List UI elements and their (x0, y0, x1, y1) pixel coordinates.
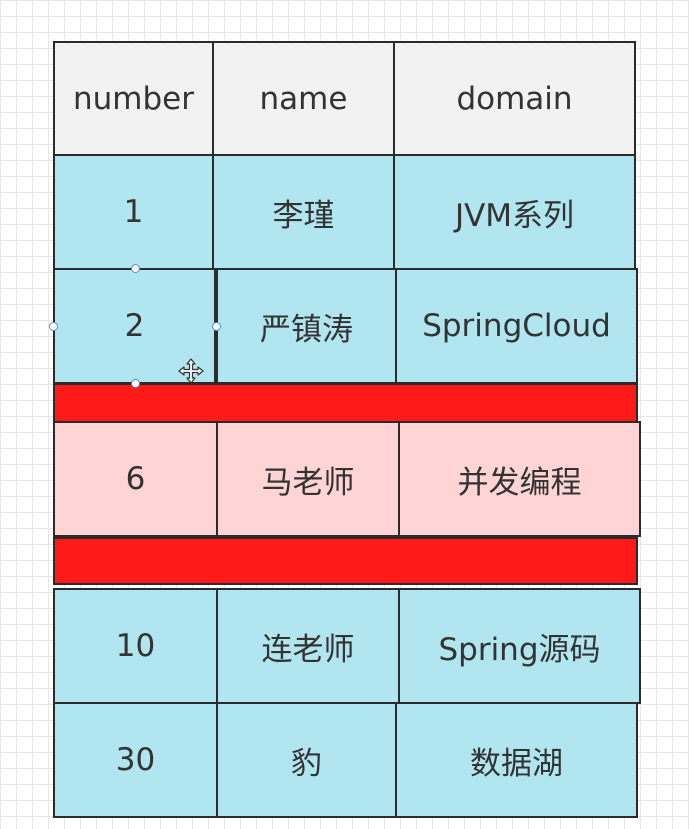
row2-domain[interactable]: SpringCloud (395, 268, 638, 384)
row4-number[interactable]: 10 (53, 588, 218, 704)
selection-handle-left[interactable] (49, 322, 58, 331)
selection-handle-bottom[interactable] (131, 379, 140, 388)
row1-name[interactable]: 李瑾 (212, 154, 395, 270)
move-cursor-icon (178, 358, 204, 384)
header-number[interactable]: number (53, 41, 214, 156)
separator-bar[interactable] (53, 537, 638, 585)
header-domain[interactable]: domain (393, 41, 636, 156)
row4-name[interactable]: 连老师 (216, 588, 400, 704)
row5-number[interactable]: 30 (53, 702, 218, 818)
row5-domain[interactable]: 数据湖 (395, 702, 638, 818)
row4-domain[interactable]: Spring源码 (398, 588, 641, 704)
selection-handle-right[interactable] (212, 322, 221, 331)
row3-name[interactable]: 马老师 (216, 421, 400, 537)
separator-bar[interactable] (53, 383, 638, 424)
row2-name[interactable]: 严镇涛 (216, 268, 397, 384)
row5-name[interactable]: 豹 (216, 702, 397, 818)
row1-number[interactable]: 1 (53, 154, 214, 270)
row3-domain[interactable]: 并发编程 (398, 421, 641, 537)
row3-number[interactable]: 6 (53, 421, 218, 537)
selection-handle-top[interactable] (131, 264, 140, 273)
row1-domain[interactable]: JVM系列 (393, 154, 636, 270)
header-name[interactable]: name (212, 41, 395, 156)
